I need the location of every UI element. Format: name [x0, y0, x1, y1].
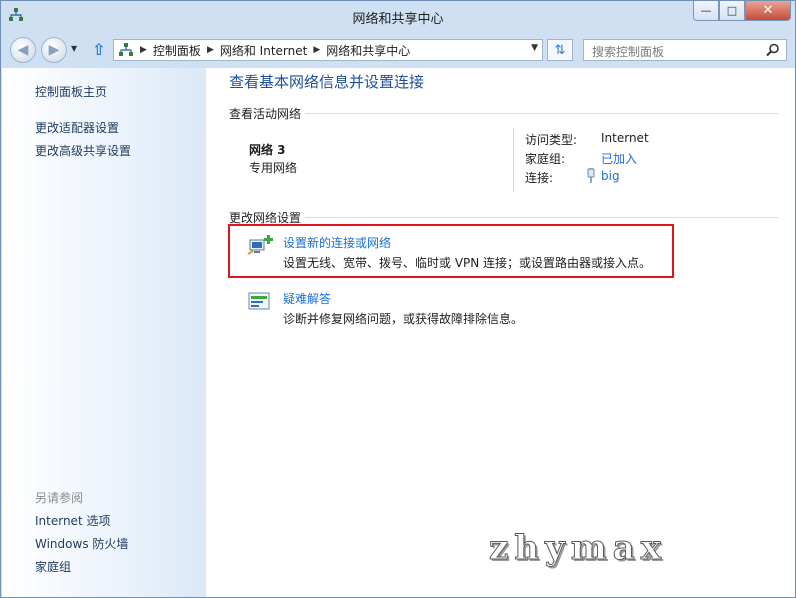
breadcrumb-control-panel[interactable]: 控制面板 [153, 42, 201, 59]
vertical-divider [513, 128, 514, 192]
close-button[interactable]: ✕ [745, 1, 791, 21]
window: 网络和共享中心 — □ ✕ ◀ ▶ ▼ ⇧ ▶ 控制面板 ▶ 网络和 Inter… [0, 0, 796, 598]
recent-pages-dropdown-icon[interactable]: ▼ [71, 44, 77, 53]
troubleshoot-icon [248, 292, 270, 310]
troubleshoot-link[interactable]: 疑难解答 [283, 290, 331, 307]
back-button[interactable]: ◀ [10, 37, 36, 63]
sidebar-item-change-advanced-sharing[interactable]: 更改高级共享设置 [35, 142, 131, 159]
homegroup-link[interactable]: 已加入 [601, 150, 637, 167]
navigation-bar: ◀ ▶ ▼ ⇧ ▶ 控制面板 ▶ 网络和 Internet ▶ 网络和共享中心 … [1, 34, 795, 66]
connection-link[interactable]: big [601, 169, 620, 183]
arrow-up-icon: ⇧ [92, 40, 106, 59]
section-divider [305, 113, 778, 114]
search-icon[interactable] [766, 43, 780, 57]
chevron-right-icon[interactable]: ▶ [140, 45, 147, 55]
connection-label: 连接: [525, 171, 554, 185]
sidebar-item-change-adapter-settings[interactable]: 更改适配器设置 [35, 119, 119, 136]
homegroup-label: 家庭组: [525, 152, 566, 166]
new-connection-icon [247, 235, 273, 255]
section-divider [305, 217, 778, 218]
active-networks-heading: 查看活动网络 [229, 107, 302, 121]
forward-button[interactable]: ▶ [41, 37, 67, 63]
chevron-right-icon[interactable]: ▶ [207, 45, 214, 55]
setup-new-connection-description: 设置无线、宽带、拨号、临时或 VPN 连接；或设置路由器或接入点。 [283, 256, 652, 270]
sidebar-item-control-panel-home[interactable]: 控制面板主页 [35, 83, 107, 100]
breadcrumb-network-sharing-center[interactable]: 网络和共享中心 [326, 42, 410, 59]
window-title: 网络和共享中心 [352, 12, 444, 27]
page-title: 查看基本网络信息并设置连接 [229, 73, 425, 91]
setup-new-connection-link[interactable]: 设置新的连接或网络 [283, 234, 391, 251]
troubleshoot-description: 诊断并修复网络问题，或获得故障排除信息。 [283, 312, 524, 326]
sidebar-item-windows-firewall[interactable]: Windows 防火墙 [35, 535, 128, 552]
see-also-label: 另请参阅 [35, 491, 84, 505]
title-bar[interactable]: 网络和共享中心 — □ ✕ [1, 1, 795, 31]
access-type-label: 访问类型: [525, 133, 578, 147]
minimize-button[interactable]: — [693, 1, 719, 21]
access-type-value: Internet [601, 131, 649, 145]
arrow-left-icon: ◀ [17, 42, 29, 58]
window-controls: — □ ✕ [693, 1, 791, 23]
address-dropdown-icon[interactable]: ▼ [531, 43, 538, 53]
control-panel-icon [119, 43, 133, 56]
breadcrumb-network-internet[interactable]: 网络和 Internet [220, 42, 307, 59]
sidebar-item-internet-options[interactable]: Internet 选项 [35, 512, 110, 529]
refresh-button[interactable]: ⇅ [547, 39, 573, 61]
address-bar[interactable]: ▶ 控制面板 ▶ 网络和 Internet ▶ 网络和共享中心 ▼ [113, 39, 543, 61]
ethernet-plug-icon [587, 168, 595, 183]
main-content: 查看基本网络信息并设置连接 查看活动网络 网络 3 专用网络 访问类型: Int… [206, 68, 795, 597]
sidebar: 控制面板主页 更改适配器设置 更改高级共享设置 另请参阅 Internet 选项… [2, 68, 206, 597]
refresh-icon: ⇅ [554, 42, 566, 58]
search-input[interactable]: 搜索控制面板 [583, 39, 787, 61]
network-type[interactable]: 专用网络 [249, 159, 297, 176]
up-button[interactable]: ⇧ [92, 40, 110, 60]
watermark-text: zhymax [488, 528, 668, 569]
maximize-button[interactable]: □ [719, 1, 745, 21]
search-placeholder: 搜索控制面板 [592, 45, 665, 59]
arrow-right-icon: ▶ [48, 42, 60, 58]
network-name: 网络 3 [249, 143, 286, 157]
chevron-right-icon[interactable]: ▶ [313, 45, 320, 55]
sidebar-item-homegroup[interactable]: 家庭组 [35, 558, 71, 575]
